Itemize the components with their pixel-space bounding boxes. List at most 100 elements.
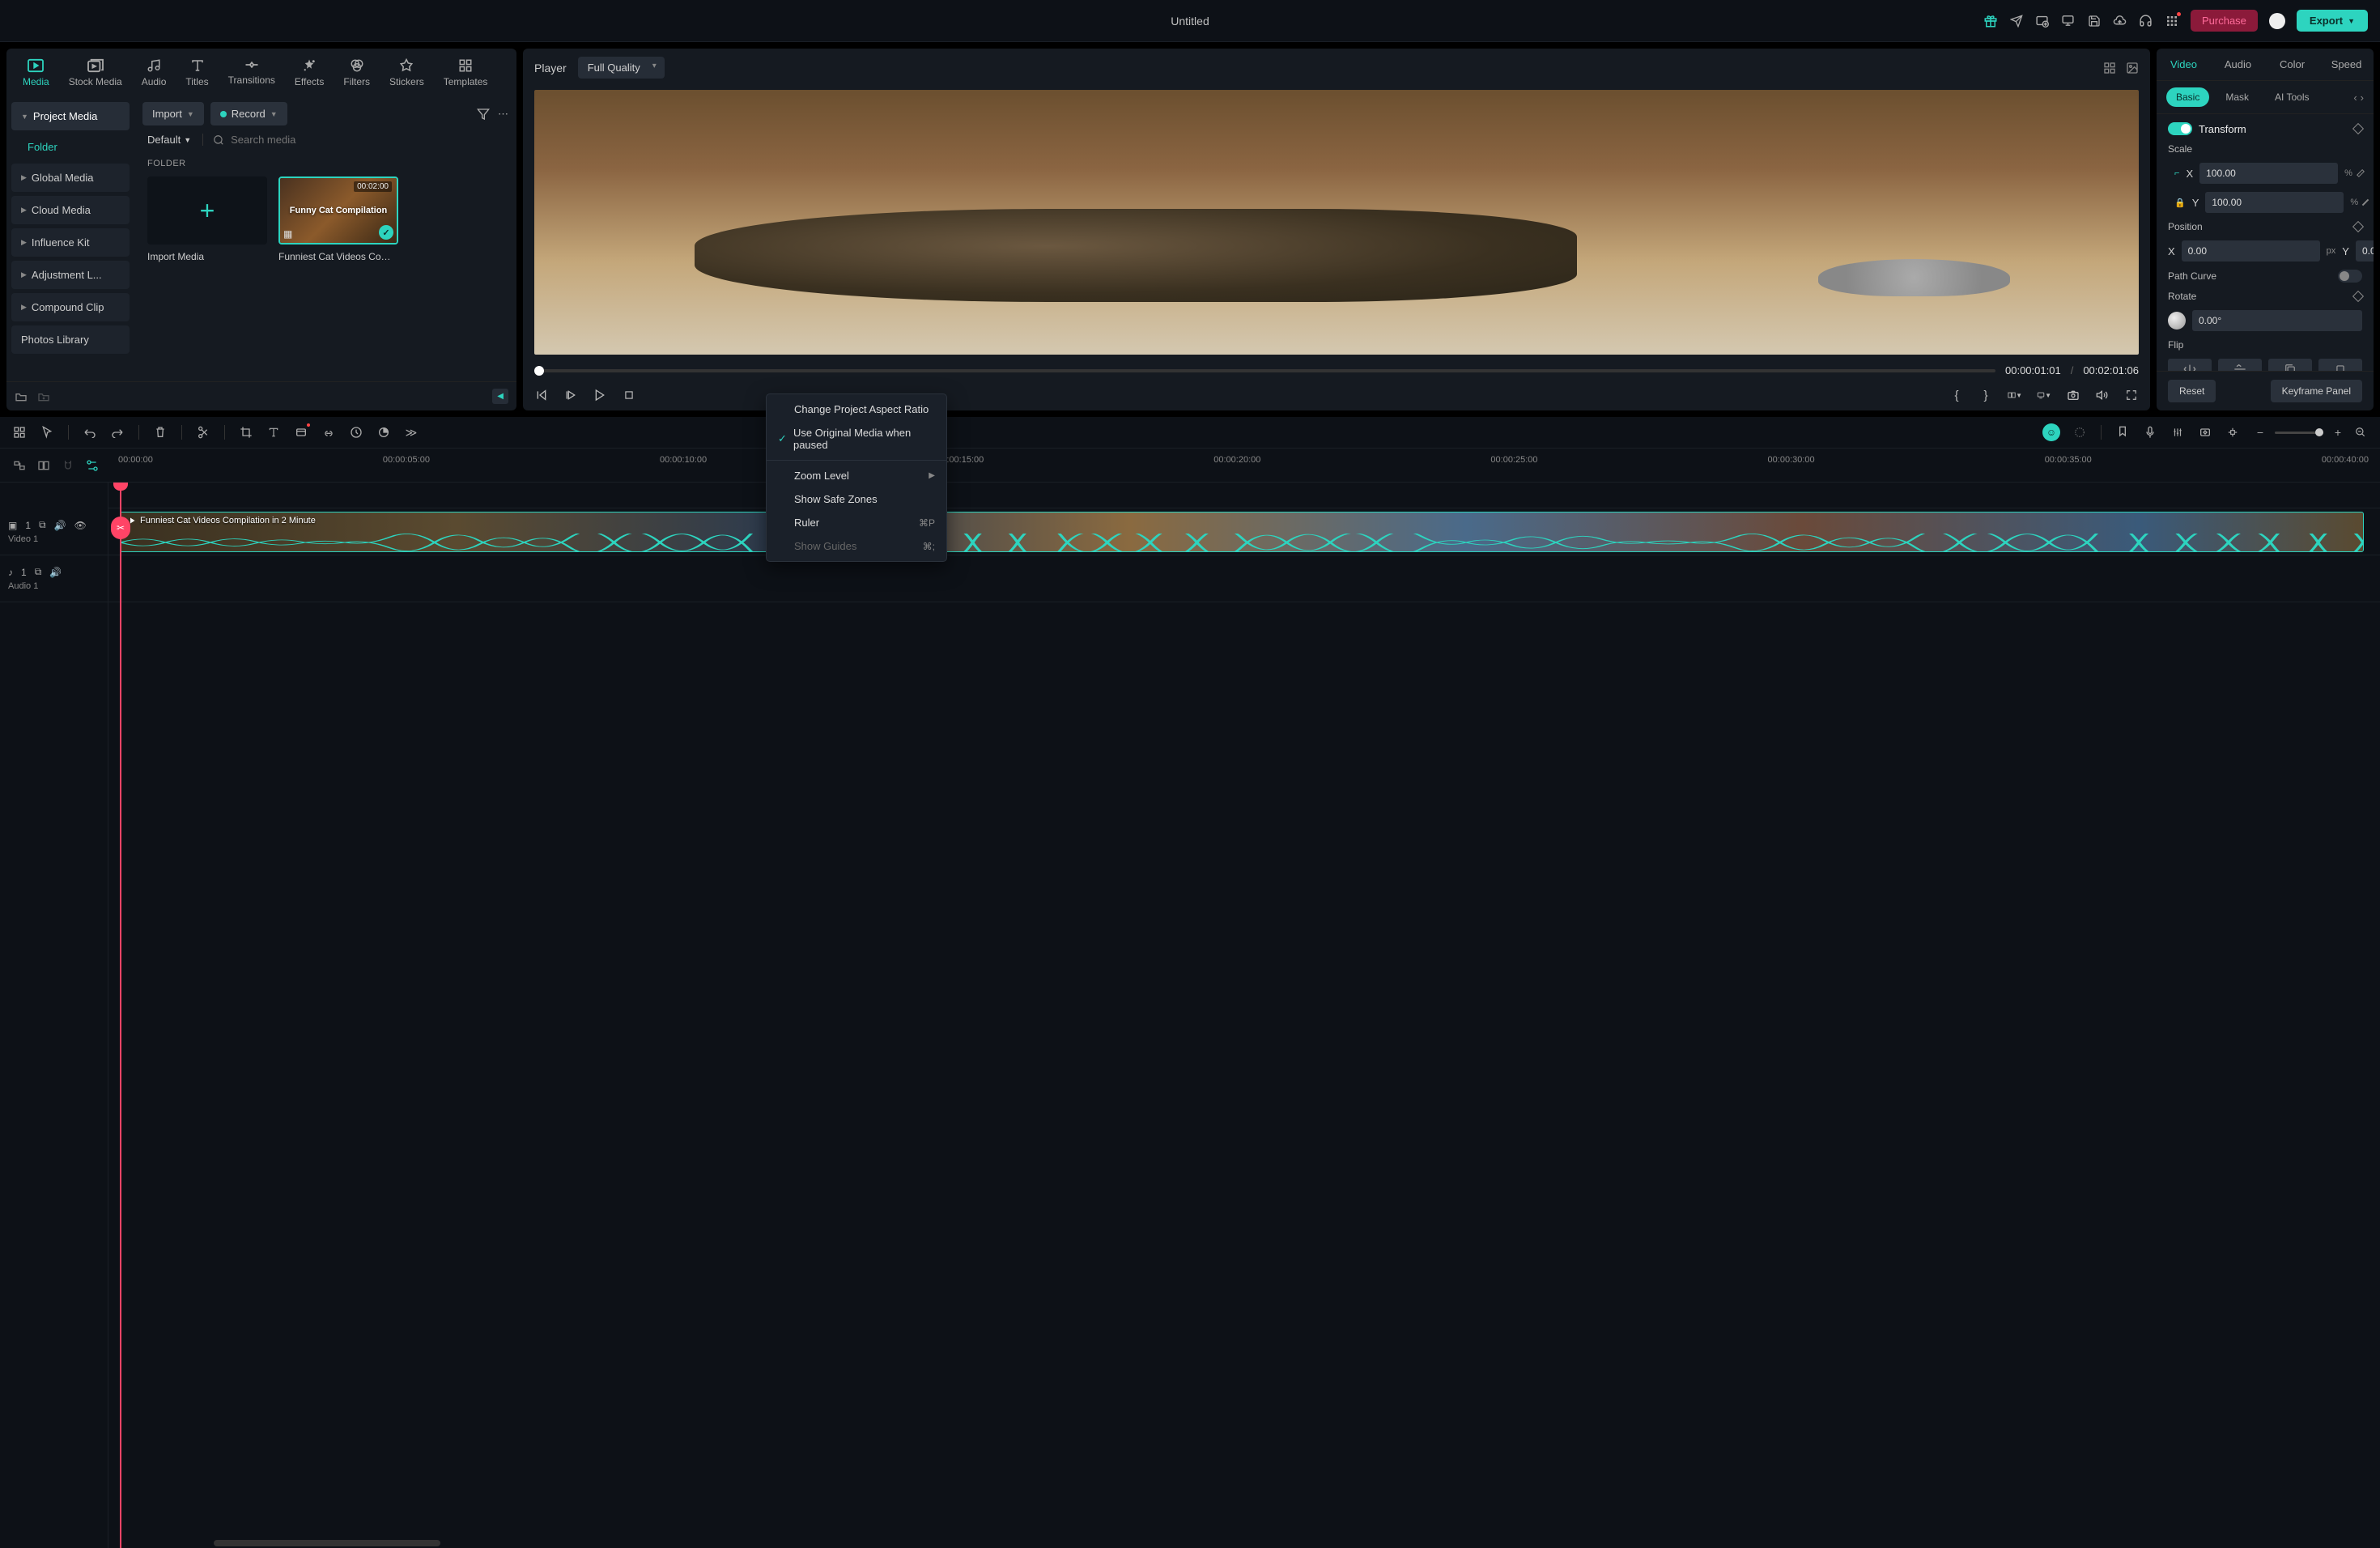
track-link-icon[interactable] [11, 457, 28, 474]
undo-icon[interactable] [82, 424, 98, 440]
link-icon[interactable]: ⌐ [2174, 168, 2179, 178]
keyframe-diamond-icon[interactable] [2352, 291, 2364, 302]
auto-ripple-icon[interactable] [84, 457, 100, 474]
image-view-icon[interactable] [2126, 62, 2139, 74]
layout-icon[interactable] [11, 424, 28, 440]
more-tools-icon[interactable]: ≫ [403, 424, 419, 440]
fullscreen-button[interactable] [2124, 388, 2139, 402]
text-tool-icon[interactable] [266, 424, 282, 440]
playback-scrubber[interactable] [534, 369, 1995, 372]
mark-out-button[interactable]: } [1978, 388, 1993, 402]
scale-x-input[interactable] [2199, 163, 2338, 184]
subtab-basic[interactable]: Basic [2166, 87, 2209, 107]
mixer-icon[interactable] [2170, 424, 2186, 440]
sidebar-photos-library[interactable]: Photos Library [11, 325, 130, 354]
gift-icon[interactable] [1983, 14, 1998, 28]
rotate-knob[interactable] [2168, 312, 2186, 330]
save-icon[interactable] [2087, 14, 2102, 28]
menu-change-aspect-ratio[interactable]: Change Project Aspect Ratio [767, 398, 946, 421]
flip-copy-button[interactable] [2268, 359, 2312, 371]
subtab-prev-icon[interactable]: ‹ [2353, 91, 2357, 104]
sidebar-project-media[interactable]: ▼Project Media [11, 102, 130, 130]
zoom-slider[interactable] [2275, 432, 2323, 434]
purchase-button[interactable]: Purchase [2191, 10, 2258, 32]
flip-reset-button[interactable] [2318, 359, 2362, 371]
keyframe-diamond-icon[interactable] [2357, 169, 2365, 177]
transform-toggle[interactable] [2168, 122, 2192, 135]
sidebar-compound-clip[interactable]: ▶Compound Clip [11, 293, 130, 321]
tab-effects[interactable]: Effects [287, 53, 332, 92]
video-track[interactable]: Funniest Cat Videos Compilation in 2 Min… [108, 508, 2380, 555]
tab-speed[interactable]: Speed [2319, 49, 2374, 80]
rotate-input[interactable] [2192, 310, 2362, 331]
send-icon[interactable] [2009, 14, 2024, 28]
cloud-upload-icon[interactable] [2113, 14, 2127, 28]
collapse-sidebar-button[interactable]: ◀ [492, 389, 508, 404]
timeline-clip[interactable]: Funniest Cat Videos Compilation in 2 Min… [120, 512, 2364, 552]
tab-audio-props[interactable]: Audio [2211, 49, 2265, 80]
marker-icon[interactable] [2114, 424, 2131, 440]
sidebar-adjustment-layer[interactable]: ▶Adjustment L... [11, 261, 130, 289]
keyframe-panel-button[interactable]: Keyframe Panel [2271, 380, 2362, 402]
tab-filters[interactable]: Filters [335, 53, 378, 92]
flip-vertical-button[interactable] [2218, 359, 2262, 371]
track-mute-icon[interactable]: 🔊 [54, 520, 66, 531]
play-button[interactable] [593, 388, 607, 402]
menu-zoom-level[interactable]: Zoom Level ▶ [767, 464, 946, 487]
ai-face-icon[interactable]: ☺ [2042, 423, 2060, 441]
sidebar-cloud-media[interactable]: ▶Cloud Media [11, 196, 130, 224]
zoom-in-icon[interactable]: + [2330, 424, 2346, 440]
keyframe-diamond-icon[interactable] [2362, 199, 2369, 206]
keyframe-diamond-icon[interactable] [2352, 123, 2364, 134]
tab-stickers[interactable]: Stickers [381, 53, 432, 92]
step-back-button[interactable] [563, 388, 578, 402]
menu-use-original-media[interactable]: ✓ Use Original Media when paused [767, 421, 946, 457]
video-track-header[interactable]: ▣ 1 ⧉ 🔊 👁 Video 1 [0, 508, 108, 555]
record-button[interactable]: Record▼ [210, 102, 287, 125]
import-media-tile[interactable]: + Import Media [147, 176, 267, 262]
path-curve-toggle[interactable] [2338, 270, 2362, 283]
speed-icon[interactable] [348, 424, 364, 440]
grid-view-icon[interactable] [2103, 62, 2116, 74]
voiceover-icon[interactable] [2142, 424, 2158, 440]
display-settings-button[interactable]: ▼ [2037, 388, 2051, 402]
tab-titles[interactable]: Titles [177, 53, 216, 92]
subtab-next-icon[interactable]: › [2361, 91, 2364, 104]
magnet-icon[interactable] [60, 457, 76, 474]
track-sync-icon[interactable] [36, 457, 52, 474]
timeline-ruler[interactable]: 00:00:00 00:00:05:00 00:00:10:00 00:00:1… [118, 452, 2369, 478]
position-x-input[interactable] [2182, 240, 2320, 262]
tab-templates[interactable]: Templates [436, 53, 496, 92]
sidebar-influence-kit[interactable]: ▶Influence Kit [11, 228, 130, 257]
sidebar-folder[interactable]: Folder [11, 134, 130, 159]
horizontal-scrollbar[interactable] [214, 1540, 440, 1546]
adjust-speed-icon[interactable] [293, 424, 309, 440]
quality-dropdown[interactable]: Full Quality [578, 57, 665, 79]
redo-icon[interactable] [109, 424, 125, 440]
crop-icon[interactable] [238, 424, 254, 440]
track-visible-icon[interactable]: 👁 [74, 520, 87, 531]
media-clip-tile[interactable]: Funny Cat Compilation 00:02:00 ▦ ✓ Funni… [278, 176, 398, 262]
pointer-icon[interactable] [39, 424, 55, 440]
color-tag-icon[interactable] [376, 424, 392, 440]
apps-icon[interactable] [2165, 14, 2179, 28]
compare-button[interactable]: ▼ [2008, 388, 2022, 402]
position-y-input[interactable] [2356, 240, 2374, 262]
filter-icon[interactable] [477, 108, 490, 121]
track-lock-icon[interactable]: ⧉ [35, 566, 42, 578]
import-button[interactable]: Import▼ [142, 102, 204, 125]
sort-dropdown[interactable]: Default▼ [147, 134, 191, 146]
search-input[interactable] [231, 134, 393, 146]
media-add-icon[interactable] [2035, 14, 2050, 28]
more-icon[interactable]: ⋯ [498, 108, 508, 121]
menu-safe-zones[interactable]: Show Safe Zones [767, 487, 946, 511]
snapshot-button[interactable] [2066, 388, 2080, 402]
tab-media[interactable]: Media [15, 53, 57, 92]
reset-button[interactable]: Reset [2168, 380, 2216, 402]
flip-horizontal-button[interactable] [2168, 359, 2212, 371]
video-preview[interactable] [534, 90, 2139, 355]
link-clip-icon[interactable] [321, 424, 337, 440]
scale-y-input[interactable] [2205, 192, 2344, 213]
render-icon[interactable] [2072, 424, 2088, 440]
user-avatar[interactable] [2269, 13, 2285, 29]
